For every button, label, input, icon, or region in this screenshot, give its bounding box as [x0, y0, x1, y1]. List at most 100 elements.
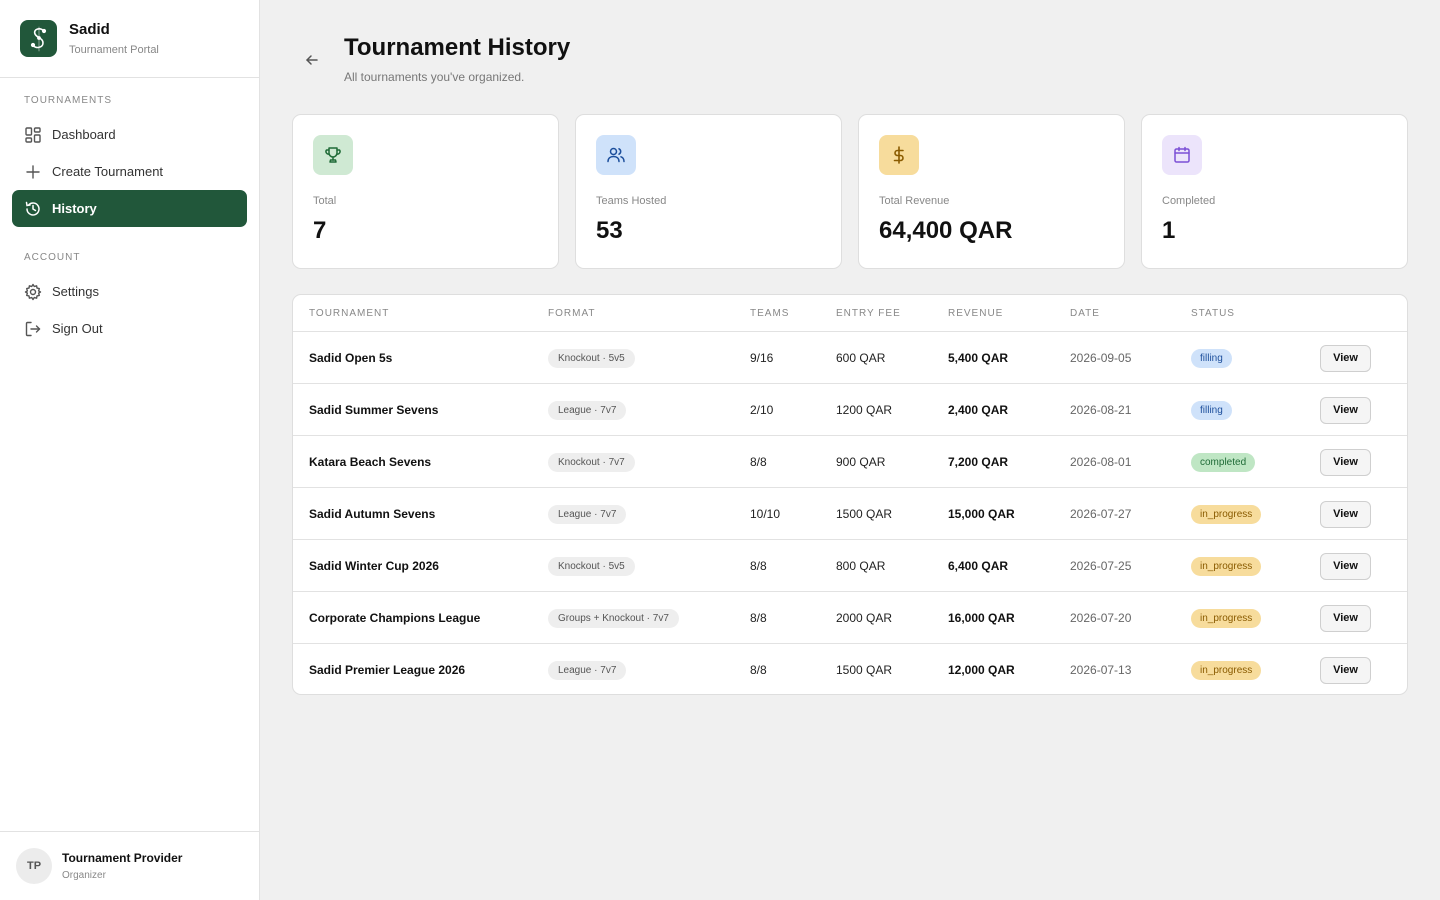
- format-cell: Groups + Knockout · 7v7: [548, 592, 679, 644]
- page-subtitle: All tournaments you've organized.: [344, 70, 525, 84]
- avatar: TP: [16, 848, 52, 884]
- format-badge: League · 7v7: [548, 504, 627, 524]
- table-body: Sadid Open 5s Knockout · 5v5 9/16 600 QA…: [293, 332, 1407, 694]
- table-row: Sadid Premier League 2026 League · 7v7 8…: [293, 644, 1407, 694]
- entry-fee-cell: 1500 QAR: [836, 663, 893, 677]
- view-button[interactable]: View: [1320, 500, 1371, 528]
- arrow-left-icon: [304, 52, 320, 68]
- table-row: Sadid Autumn Sevens League · 7v7 10/10 1…: [293, 488, 1407, 540]
- history-icon: [24, 200, 52, 218]
- user-role: Organizer: [62, 870, 106, 881]
- sidebar-item-label: Create Tournament: [52, 164, 164, 179]
- entry-fee-cell: 900 QAR: [836, 455, 886, 469]
- revenue-cell: 16,000 QAR: [948, 611, 1015, 625]
- column-header-revenue: REVENUE: [948, 308, 1004, 319]
- teams-cell: 8/8: [750, 455, 767, 469]
- format-cell: Knockout · 5v5: [548, 540, 635, 592]
- sidebar-item-label: Settings: [52, 284, 99, 299]
- revenue-cell: 12,000 QAR: [948, 663, 1015, 677]
- stat-card-completed: Completed 1: [1141, 114, 1408, 269]
- calendar-icon: [1162, 135, 1202, 175]
- sidebar-item-settings[interactable]: Settings: [12, 273, 247, 310]
- stat-label: Completed: [1162, 195, 1216, 207]
- revenue-cell: 6,400 QAR: [948, 559, 1009, 573]
- teams-cell: 2/10: [750, 403, 774, 417]
- view-button[interactable]: View: [1320, 604, 1371, 632]
- entry-fee-cell: 600 QAR: [836, 351, 886, 365]
- status-cell: in_progress: [1191, 488, 1262, 540]
- action-cell: View: [1320, 488, 1371, 540]
- sidebar-item-history[interactable]: History: [12, 190, 247, 227]
- sidebar: Sadid Tournament Portal TOURNAMENTS Dash…: [0, 0, 260, 900]
- entry-fee-cell: 2000 QAR: [836, 611, 893, 625]
- user-profile[interactable]: TP Tournament Provider Organizer: [0, 831, 259, 900]
- tournament-table: TOURNAMENT FORMAT TEAMS ENTRY FEE REVENU…: [292, 294, 1408, 695]
- gear-icon: [24, 283, 52, 301]
- view-button[interactable]: View: [1320, 656, 1371, 684]
- format-cell: Knockout · 7v7: [548, 436, 635, 488]
- column-header-teams: TEAMS: [750, 308, 790, 319]
- date-cell: 2026-07-27: [1070, 507, 1132, 521]
- teams-cell: 9/16: [750, 351, 774, 365]
- page-title: Tournament History: [344, 34, 571, 61]
- brand-name: Sadid: [69, 21, 110, 38]
- stat-card-total-revenue: Total Revenue 64,400 QAR: [858, 114, 1125, 269]
- status-cell: in_progress: [1191, 644, 1262, 694]
- teams-cell: 8/8: [750, 611, 767, 625]
- teams-cell: 8/8: [750, 663, 767, 677]
- stat-value: 64,400 QAR: [879, 217, 1013, 244]
- entry-fee-cell: 1500 QAR: [836, 507, 893, 521]
- tournament-name: Sadid Autumn Sevens: [309, 507, 436, 521]
- format-badge: Knockout · 5v5: [548, 348, 635, 368]
- sign-out-icon: [24, 320, 52, 338]
- back-button[interactable]: [300, 48, 324, 72]
- date-cell: 2026-08-21: [1070, 403, 1132, 417]
- stat-value: 53: [596, 217, 623, 244]
- view-button[interactable]: View: [1320, 552, 1371, 580]
- status-badge: in_progress: [1191, 504, 1262, 524]
- sidebar-item-label: Sign Out: [52, 321, 103, 336]
- status-cell: in_progress: [1191, 540, 1262, 592]
- view-button[interactable]: View: [1320, 396, 1371, 424]
- view-button[interactable]: View: [1320, 448, 1371, 476]
- action-cell: View: [1320, 540, 1371, 592]
- date-cell: 2026-07-25: [1070, 559, 1132, 573]
- action-cell: View: [1320, 592, 1371, 644]
- status-badge: filling: [1191, 400, 1232, 420]
- format-cell: League · 7v7: [548, 488, 627, 540]
- column-header-date: DATE: [1070, 308, 1100, 319]
- teams-cell: 8/8: [750, 559, 767, 573]
- view-button[interactable]: View: [1320, 344, 1371, 372]
- action-cell: View: [1320, 332, 1371, 384]
- column-header-status: STATUS: [1191, 308, 1235, 319]
- table-row: Sadid Open 5s Knockout · 5v5 9/16 600 QA…: [293, 332, 1407, 384]
- status-badge: in_progress: [1191, 556, 1262, 576]
- table-row: Sadid Summer Sevens League · 7v7 2/10 12…: [293, 384, 1407, 436]
- status-badge: completed: [1191, 452, 1256, 472]
- status-badge: in_progress: [1191, 608, 1262, 628]
- status-cell: filling: [1191, 384, 1232, 436]
- column-header-format: FORMAT: [548, 308, 596, 319]
- revenue-cell: 2,400 QAR: [948, 403, 1009, 417]
- sidebar-item-dashboard[interactable]: Dashboard: [12, 116, 247, 153]
- format-badge: League · 7v7: [548, 400, 627, 420]
- status-badge: filling: [1191, 348, 1232, 368]
- teams-cell: 10/10: [750, 507, 781, 521]
- stat-value: 1: [1162, 217, 1176, 244]
- format-cell: League · 7v7: [548, 644, 627, 694]
- tournament-name: Corporate Champions League: [309, 611, 481, 625]
- stat-label: Total: [313, 195, 337, 207]
- sidebar-item-sign-out[interactable]: Sign Out: [12, 310, 247, 347]
- sidebar-item-label: History: [52, 201, 97, 216]
- tournament-name: Sadid Summer Sevens: [309, 403, 439, 417]
- dashboard-grid-icon: [24, 126, 52, 144]
- date-cell: 2026-07-13: [1070, 663, 1132, 677]
- tournament-name: Sadid Winter Cup 2026: [309, 559, 439, 573]
- revenue-cell: 15,000 QAR: [948, 507, 1015, 521]
- sidebar-item-label: Dashboard: [52, 127, 116, 142]
- section-label-tournaments: TOURNAMENTS: [24, 95, 113, 106]
- table-row: Katara Beach Sevens Knockout · 7v7 8/8 9…: [293, 436, 1407, 488]
- stat-label: Teams Hosted: [596, 195, 667, 207]
- sidebar-item-create-tournament[interactable]: Create Tournament: [12, 153, 247, 190]
- brand-header: Sadid Tournament Portal: [0, 0, 259, 78]
